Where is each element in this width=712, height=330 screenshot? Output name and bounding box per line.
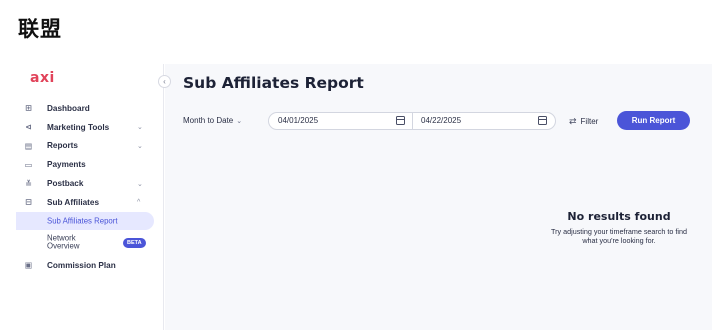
report-toolbar: Month to Date ⌄ 04/01/2025 04/22/2025 ⇄ Fi… <box>183 111 703 130</box>
sidebar-item-sub-affiliates[interactable]: ⊟ Sub Affiliates ^ <box>16 193 164 212</box>
calendar-icon[interactable] <box>396 116 405 125</box>
run-report-button[interactable]: Run Report <box>617 111 690 130</box>
sidebar-item-marketing-tools[interactable]: ⊲ Marketing Tools ⌄ <box>16 118 164 137</box>
empty-state: No results found Try adjusting your time… <box>525 210 712 245</box>
chevron-up-icon: ^ <box>137 198 141 206</box>
chevron-down-icon: ⌄ <box>236 118 243 125</box>
sidebar-subitem-label: Network Overview <box>47 233 80 251</box>
period-select[interactable]: Month to Date ⌄ <box>183 112 242 130</box>
empty-state-message: Try adjusting your timeframe search to f… <box>525 227 712 245</box>
app-window: axi ⊞ Dashboard ⊲ Marketing Tools ⌄ ▤ Re… <box>16 64 712 330</box>
sidebar-nav: ⊞ Dashboard ⊲ Marketing Tools ⌄ ▤ Report… <box>16 99 164 275</box>
beta-badge: BETA <box>123 237 146 248</box>
empty-state-line: Try adjusting your timeframe search to f… <box>551 227 687 236</box>
filter-button[interactable]: ⇄ Filter <box>569 112 598 130</box>
sub-affiliates-icon: ⊟ <box>25 197 32 207</box>
sidebar-subitem-sub-affiliates-report[interactable]: Sub Affiliates Report <box>16 211 154 230</box>
reports-icon: ▤ <box>24 141 33 151</box>
start-date-input[interactable]: 04/01/2025 <box>278 113 318 129</box>
date-range-picker: 04/01/2025 04/22/2025 <box>268 112 556 130</box>
filter-sliders-icon: ⇄ <box>569 116 577 126</box>
filter-label: Filter <box>580 117 599 126</box>
sidebar-subitem-network-overview[interactable]: Network Overview BETA <box>16 230 164 256</box>
sidebar-item-postback[interactable]: ≚ Postback ⌄ <box>16 174 164 193</box>
postback-icon: ≚ <box>25 179 32 189</box>
empty-state-line: what you're looking for. <box>582 236 656 245</box>
sidebar-item-label: Sub Affiliates <box>47 197 100 207</box>
payments-icon: ▭ <box>24 160 33 170</box>
chevron-down-icon: ⌄ <box>137 142 143 150</box>
marketing-icon: ⊲ <box>25 122 32 132</box>
chevron-down-icon: ⌄ <box>137 180 143 188</box>
sidebar-item-label: Reports <box>47 141 78 151</box>
period-value: Month to Date <box>183 116 234 125</box>
sidebar-item-label: Dashboard <box>47 103 90 113</box>
sidebar-item-dashboard[interactable]: ⊞ Dashboard <box>16 99 164 118</box>
page-heading: 联盟 <box>18 17 62 41</box>
end-date-input[interactable]: 04/22/2025 <box>421 113 461 129</box>
sidebar-item-label: Commission Plan <box>47 260 116 270</box>
date-divider <box>412 113 413 129</box>
collapse-sidebar-button[interactable]: ‹ <box>158 75 171 88</box>
axi-logo[interactable]: axi <box>30 70 55 86</box>
main-content: Sub Affiliates Report Month to Date ⌄ 04/… <box>165 64 712 330</box>
empty-state-title: No results found <box>567 210 671 223</box>
calendar-icon[interactable] <box>538 116 547 125</box>
dashboard-icon: ⊞ <box>25 103 32 113</box>
sidebar-subitem-label: Sub Affiliates Report <box>47 216 118 226</box>
page-title: Sub Affiliates Report <box>183 74 364 92</box>
sidebar-item-reports[interactable]: ▤ Reports ⌄ <box>16 137 164 156</box>
sidebar-item-label: Marketing Tools <box>47 122 110 132</box>
sidebar-item-label: Payments <box>47 160 86 170</box>
sidebar-item-label: Postback <box>47 179 84 189</box>
sidebar-item-commission-plan[interactable]: ▣ Commission Plan <box>16 256 164 275</box>
commission-icon: ▣ <box>24 260 33 270</box>
sidebar: axi ⊞ Dashboard ⊲ Marketing Tools ⌄ ▤ Re… <box>16 64 164 330</box>
sidebar-item-payments[interactable]: ▭ Payments <box>16 155 164 174</box>
chevron-down-icon: ⌄ <box>137 124 143 132</box>
